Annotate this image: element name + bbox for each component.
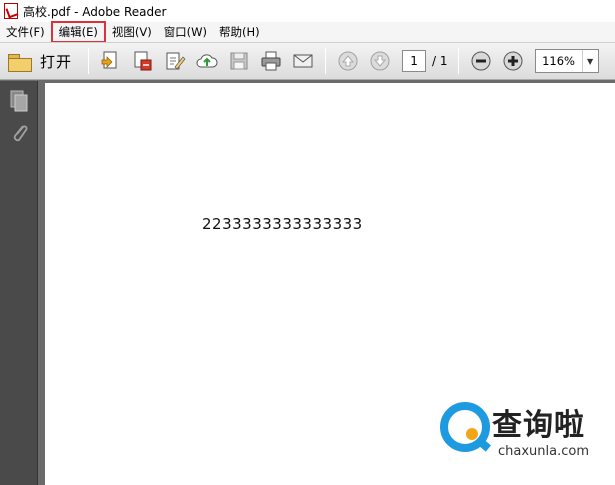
attachments-icon[interactable]	[7, 121, 31, 145]
toolbar: 打开 1 / 1 116% ▼	[0, 42, 615, 80]
menu-view[interactable]: 视图(V)	[106, 23, 158, 41]
create-pdf-icon[interactable]	[98, 48, 124, 74]
window-title: 高校.pdf - Adobe Reader	[23, 4, 167, 19]
watermark-logo: 查询啦 chaxunla.com	[438, 398, 608, 466]
toolbar-divider	[325, 48, 327, 74]
email-icon[interactable]	[290, 48, 316, 74]
menu-help[interactable]: 帮助(H)	[213, 23, 266, 41]
zoom-select[interactable]: 116% ▼	[534, 49, 599, 73]
sign-icon[interactable]	[162, 48, 188, 74]
page-number-input[interactable]: 1	[402, 50, 427, 72]
save-icon[interactable]	[226, 48, 252, 74]
zoom-value: 116%	[542, 54, 575, 68]
navigation-panel	[0, 81, 38, 485]
chevron-down-icon[interactable]: ▼	[581, 50, 598, 72]
pages-icon[interactable]	[7, 89, 31, 113]
print-icon[interactable]	[258, 48, 284, 74]
upload-cloud-icon[interactable]	[194, 48, 220, 74]
convert-pdf-icon[interactable]	[130, 48, 156, 74]
page-text: 2233333333333333	[202, 215, 363, 233]
menu-bar: 文件(F) 编辑(E) 视图(V) 窗口(W) 帮助(H)	[0, 21, 615, 43]
folder-icon	[8, 52, 32, 72]
menu-edit[interactable]: 编辑(E)	[50, 21, 106, 43]
watermark-brand: 查询啦	[492, 408, 585, 443]
next-page-icon[interactable]	[367, 48, 393, 74]
menu-file[interactable]: 文件(F)	[0, 23, 51, 41]
zoom-out-icon[interactable]	[468, 48, 494, 74]
previous-page-icon[interactable]	[335, 48, 361, 74]
watermark-url: chaxunla.com	[498, 444, 589, 459]
search-logo-tail	[475, 436, 491, 452]
toolbar-divider	[457, 48, 459, 74]
zoom-in-icon[interactable]	[500, 48, 526, 74]
page-total: / 1	[432, 54, 448, 68]
toolbar-divider	[88, 48, 90, 74]
title-bar: 高校.pdf - Adobe Reader	[0, 0, 615, 22]
open-button[interactable]: 打开	[8, 47, 82, 75]
menu-window[interactable]: 窗口(W)	[158, 23, 213, 41]
open-button-label: 打开	[40, 52, 73, 71]
pdf-file-icon	[4, 3, 18, 19]
